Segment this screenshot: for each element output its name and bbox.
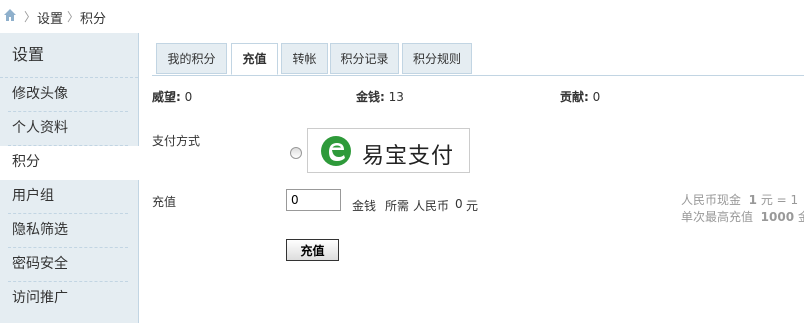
cost-value: 0 bbox=[455, 197, 463, 211]
stat-contribution-value: 0 bbox=[592, 90, 601, 104]
tab-bar: 我的积分 充值 转帐 积分记录 积分规则 bbox=[152, 43, 804, 76]
breadcrumb-item-settings[interactable]: 设置 bbox=[37, 8, 63, 27]
tab-transfer[interactable]: 转帐 bbox=[281, 43, 328, 74]
stat-prestige-label: 威望: bbox=[152, 90, 181, 104]
exchange-rate-note: 人民币现金 1 元 = 1 bbox=[681, 193, 799, 207]
stat-money-label: 金钱: bbox=[356, 90, 385, 104]
stat-contribution: 贡献: 0 bbox=[560, 88, 600, 105]
sidebar-item-profile[interactable]: 个人资料 bbox=[0, 112, 138, 146]
required-label: 所需 bbox=[385, 199, 410, 213]
sidebar-item-password[interactable]: 密码安全 bbox=[0, 248, 138, 282]
tab-my-credits[interactable]: 我的积分 bbox=[156, 43, 227, 74]
stat-prestige-value: 0 bbox=[184, 90, 193, 104]
recharge-unit: 金钱 bbox=[352, 199, 377, 213]
stat-prestige: 威望: 0 bbox=[152, 88, 192, 105]
tab-recharge[interactable]: 充值 bbox=[231, 43, 278, 75]
tab-credit-log[interactable]: 积分记录 bbox=[330, 43, 399, 74]
sidebar-item-privacy[interactable]: 隐私筛选 bbox=[0, 214, 138, 248]
breadcrumb-separator: 〉 bbox=[67, 10, 80, 24]
recharge-submit-button[interactable]: 充值 bbox=[286, 239, 339, 261]
home-icon[interactable] bbox=[3, 8, 17, 22]
stat-money-value: 13 bbox=[388, 90, 404, 104]
stat-contribution-label: 贡献: bbox=[560, 90, 589, 104]
sidebar-item-usergroup[interactable]: 用户组 bbox=[0, 180, 138, 214]
recharge-amount-input[interactable] bbox=[286, 189, 341, 211]
breadcrumb: 〉 设置 〉 积分 bbox=[0, 0, 804, 32]
breadcrumb-item-credits[interactable]: 积分 bbox=[80, 8, 106, 27]
max-recharge-note: 单次最高充值 1000 金 bbox=[681, 210, 804, 224]
sidebar-item-avatar[interactable]: 修改头像 bbox=[0, 78, 138, 112]
recharge-label: 充值 bbox=[152, 195, 177, 209]
payment-option[interactable]: 易宝支付 bbox=[307, 128, 470, 173]
tab-credit-rules[interactable]: 积分规则 bbox=[402, 43, 472, 74]
sidebar-title: 设置 bbox=[0, 33, 138, 78]
cost-unit: 元 bbox=[466, 199, 479, 213]
payment-method-label: 支付方式 bbox=[152, 134, 201, 148]
yeepay-logo-icon bbox=[321, 136, 351, 166]
currency-label: 人民币 bbox=[413, 199, 450, 213]
sidebar-item-promotion[interactable]: 访问推广 bbox=[0, 282, 138, 316]
sidebar: 设置 修改头像 个人资料 积分 用户组 隐私筛选 密码安全 访问推广 bbox=[0, 33, 139, 323]
sidebar-item-credits[interactable]: 积分 bbox=[0, 146, 139, 180]
payment-radio[interactable] bbox=[290, 147, 302, 159]
stat-money: 金钱: 13 bbox=[356, 88, 404, 105]
breadcrumb-separator: 〉 bbox=[24, 10, 37, 24]
payment-option-name: 易宝支付 bbox=[362, 144, 455, 169]
